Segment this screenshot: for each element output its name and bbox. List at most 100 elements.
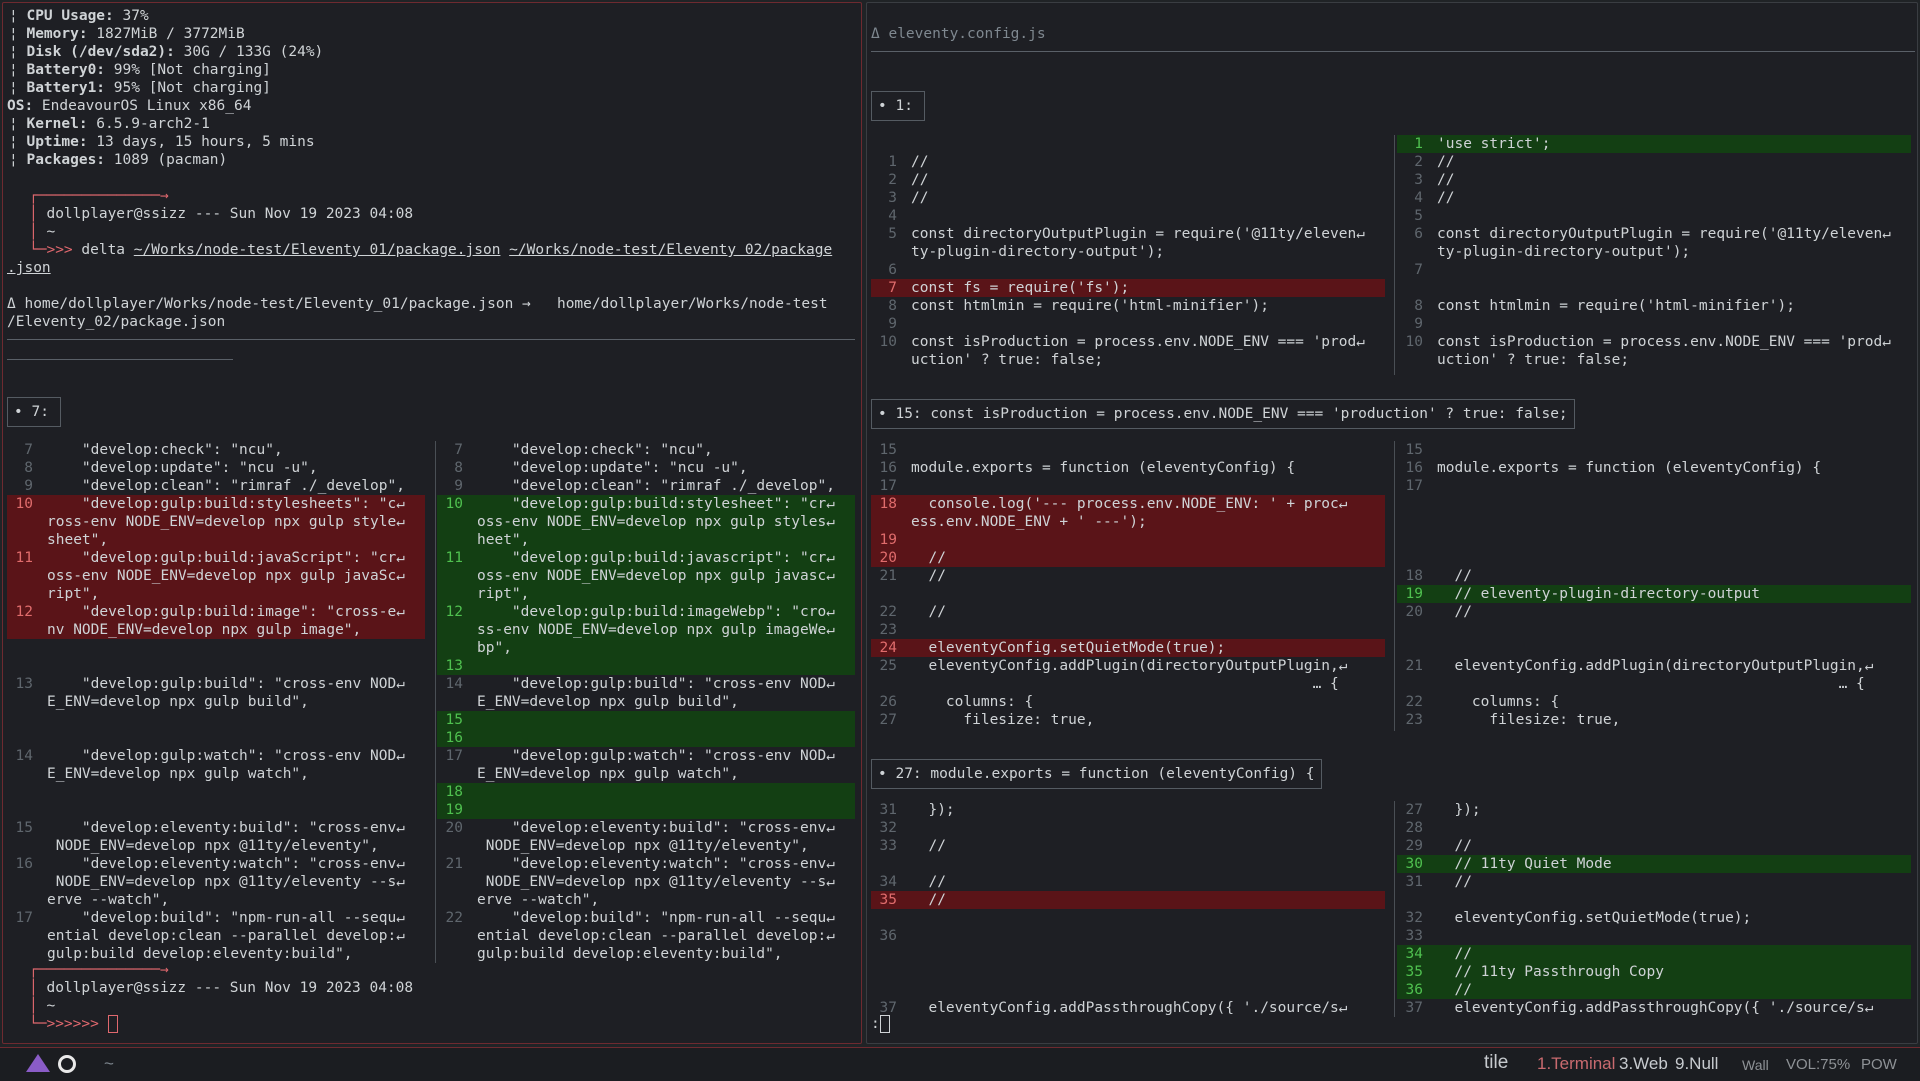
diff-old-side: 16 "develop:eleventy:watch": "cross-env↵ (7, 855, 425, 873)
code-text: // (1437, 982, 1472, 998)
diff-old-side: 32 (871, 819, 1385, 837)
diff-new-side: 22 "develop:build": "npm-run-all --sequ↵ (437, 909, 855, 927)
left-terminal-pane[interactable]: ¦ CPU Usage: 37% ¦ Memory: 1827MiB / 377… (2, 2, 862, 1044)
code-text: // (1437, 568, 1472, 584)
line-number: 23 (879, 622, 897, 638)
workspace-terminal[interactable]: 1.Terminal (1537, 1054, 1615, 1074)
code-text: "develop:clean": "rimraf ./_develop", (477, 478, 835, 494)
diff-old-side: uction' ? true: false; (871, 351, 1385, 369)
line-number: 16 (15, 856, 33, 872)
line-number: 12 (15, 604, 33, 620)
diff-new-side: 17 (1397, 477, 1911, 495)
diff-old-side: 8 const htmlmin = require('html-minifier'… (871, 297, 1385, 315)
diff-new-side: … { (1397, 675, 1911, 693)
diff-old-side: 5 const directoryOutputPlugin = require('… (871, 225, 1385, 243)
diff-row: 99 (871, 315, 1915, 333)
diff-old-side: 2 // (871, 171, 1385, 189)
diff-old-side: 17 (871, 477, 1385, 495)
layout-indicator[interactable]: tile (1484, 1052, 1508, 1074)
wallpaper-label[interactable]: Wall (1742, 1057, 1769, 1073)
search-icon[interactable] (58, 1055, 76, 1073)
code-text: ript", (47, 586, 100, 602)
line-number: 19 (879, 532, 897, 548)
code-text: "develop:gulp:build:javascript": "cr↵ (477, 550, 835, 566)
prompt2-input[interactable]: └─>>>>>> (29, 1015, 118, 1033)
diff-old-side (871, 945, 1385, 963)
right-delta-pane[interactable]: Δ eleventy.config.js • 1: 1 'use strict';… (866, 2, 1918, 1044)
line-number: 17 (1405, 478, 1423, 494)
code-text: // (911, 874, 946, 890)
diff-row: 10 const isProduction = process.env.NODE_… (871, 333, 1915, 351)
line-number: 7 (1414, 262, 1423, 278)
code-text: const directoryOutputPlugin = require('@… (911, 226, 1365, 242)
hunk-label-1: • 1: (871, 91, 925, 121)
pager-command-line[interactable]: : (871, 1015, 890, 1033)
code-text: eleventyConfig.setQuietMode(true); (1437, 910, 1752, 926)
code-text: // (1437, 604, 1472, 620)
code-text: "develop:check": "ncu", (477, 442, 713, 458)
diff-row: bp", (7, 639, 857, 657)
diff-row: … { … { (871, 675, 1915, 693)
diff-new-side: 7 "develop:check": "ncu", (437, 441, 855, 459)
line-number: 15 (15, 820, 33, 836)
diff-new-side (1397, 531, 1911, 549)
diff-new-side: 10 "develop:gulp:build:stylesheet": "cr↵ (437, 495, 855, 513)
diff-row: 12 "develop:gulp:build:image": "cross-e↵… (7, 603, 857, 621)
endeavour-logo-icon[interactable] (26, 1054, 50, 1072)
diff-new-side: E_ENV=develop npx gulp build", (437, 693, 855, 711)
line-number: 10 (1405, 334, 1423, 350)
code-text: ss-env NODE_ENV=develop npx gulp imageWe… (477, 622, 835, 638)
diff-new-side: 9 "develop:clean": "rimraf ./_develop", (437, 477, 855, 495)
volume-indicator[interactable]: VOL:75% (1786, 1056, 1850, 1073)
line-number: 23 (1405, 712, 1423, 728)
code-text: "develop:build": "npm-run-all --sequ↵ (47, 910, 405, 926)
diff-new-side: 21 "develop:eleventy:watch": "cross-env↵ (437, 855, 855, 873)
diff-file-header-wrap: /Eleventy_02/package.json (7, 314, 226, 330)
code-text: "develop:gulp:build:imageWebp": "cro↵ (477, 604, 835, 620)
diff-row: 24 eleventyConfig.setQuietMode(true); (871, 639, 1915, 657)
code-text: // (1437, 172, 1455, 188)
line-number: 30 (1405, 856, 1423, 872)
workspace-web[interactable]: 3.Web (1619, 1054, 1668, 1074)
line-number: 33 (879, 838, 897, 854)
diff-row: 36 33 (871, 927, 1915, 945)
diff-row: oss-env NODE_ENV=develop npx gulp javaSc… (7, 567, 857, 585)
diff-row: NODE_ENV=develop npx @11ty/eleventy --s↵… (7, 873, 857, 891)
workspace-null[interactable]: 9.Null (1675, 1054, 1718, 1074)
line-number: 26 (879, 694, 897, 710)
code-text: ential develop:clean --parallel develop:… (47, 928, 405, 944)
line-number: 8 (888, 298, 897, 314)
sysinfo-memory: ¦ Memory: 1827MiB / 3772MiB (9, 26, 245, 42)
line-number: 14 (445, 676, 463, 692)
diff-old-side: 36 (871, 927, 1385, 945)
code-text: gulp:build develop:eleventy:build", (477, 946, 783, 962)
power-indicator[interactable]: POW (1861, 1056, 1897, 1073)
code-text: columns: { (1437, 694, 1560, 710)
diff-old-side: 7 "develop:check": "ncu", (7, 441, 425, 459)
diff-new-side: 36 // (1397, 981, 1911, 999)
prompt-command-wrap: .json (7, 260, 51, 276)
code-text: eleventyConfig.addPlugin(directoryOutput… (1437, 658, 1874, 674)
diff-old-side (871, 585, 1385, 603)
diff-row: 33 //29 // (871, 837, 1915, 855)
line-number: 22 (1405, 694, 1423, 710)
diff-old-side (7, 729, 425, 747)
diff-row: uction' ? true: false; uction' ? true: fa… (871, 351, 1915, 369)
prompt-command-line[interactable]: └─>>> delta ~/Works/node-test/Eleventy 0… (29, 241, 832, 259)
line-number: 3 (1414, 172, 1423, 188)
line-number: 4 (1414, 190, 1423, 206)
diff-new-side: 32 eleventyConfig.setQuietMode(true); (1397, 909, 1911, 927)
diff-row: 8 "develop:update": "ncu -u", 8 "develop:… (7, 459, 857, 477)
code-text: E_ENV=develop npx gulp build", (477, 694, 739, 710)
code-text: ential develop:clean --parallel develop:… (477, 928, 835, 944)
diff-row: 23 (871, 621, 1915, 639)
diff-row: sheet", heet", (7, 531, 857, 549)
code-text: // (911, 190, 929, 206)
taskbar-tilde: ~ (104, 1054, 114, 1073)
line-number: 12 (445, 604, 463, 620)
diff-old-side: 11 "develop:gulp:build:javaScript": "cr↵ (7, 549, 425, 567)
code-text: sheet", (47, 532, 109, 548)
diff-old-side: 14 "develop:gulp:watch": "cross-env NOD↵ (7, 747, 425, 765)
code-text: // (911, 838, 946, 854)
line-number: 10 (445, 496, 463, 512)
